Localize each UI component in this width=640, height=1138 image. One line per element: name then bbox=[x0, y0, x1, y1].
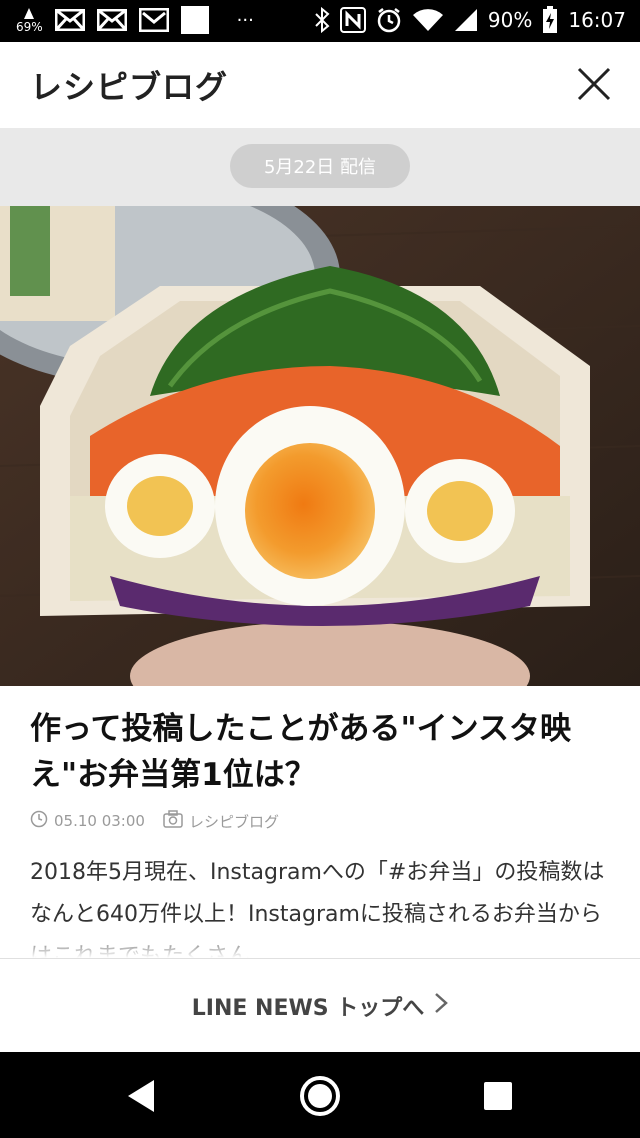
app-header: レシピブログ bbox=[0, 42, 640, 128]
date-band: 5月22日 配信 bbox=[0, 128, 640, 206]
article-meta: 05.10 03:00 レシピブログ bbox=[30, 810, 279, 832]
date-pill: 5月22日 配信 bbox=[230, 144, 410, 188]
sandwich-photo-illustration bbox=[0, 206, 640, 686]
status-left-icons: 69% ··· bbox=[16, 6, 254, 34]
article-source: レシピブログ bbox=[163, 810, 279, 832]
clock-icon bbox=[30, 810, 48, 832]
white-box-icon bbox=[180, 6, 209, 34]
mail-icon bbox=[96, 6, 127, 34]
status-right-icons: 90% 16:07 bbox=[314, 6, 626, 34]
alarm-icon bbox=[376, 6, 402, 34]
notification-badge-text: 69% bbox=[16, 20, 43, 34]
bluetooth-icon bbox=[314, 6, 330, 34]
close-icon[interactable] bbox=[576, 66, 612, 102]
mail-icon bbox=[54, 6, 85, 34]
status-bar: 69% ··· 90% 16:07 bbox=[0, 0, 640, 42]
nfc-icon bbox=[339, 6, 366, 34]
chevron-right-icon bbox=[434, 992, 449, 1020]
more-notifications-ellipsis: ··· bbox=[236, 9, 254, 31]
article-source-text: レシピブログ bbox=[188, 812, 279, 831]
back-icon[interactable] bbox=[120, 1074, 164, 1118]
system-navigation-bar bbox=[0, 1052, 640, 1138]
wifi-icon bbox=[412, 6, 444, 34]
recents-icon[interactable] bbox=[476, 1074, 520, 1118]
battery-charging-icon bbox=[542, 6, 558, 34]
notification-icon: 69% bbox=[16, 7, 43, 33]
article-headline[interactable]: 作って投稿したことがある"インスタ映え"お弁当第1位は？ bbox=[30, 706, 620, 798]
battery-percent: 90% bbox=[487, 8, 533, 32]
gmail-icon bbox=[138, 6, 169, 34]
camera-icon bbox=[163, 810, 183, 832]
article-hero-image[interactable] bbox=[0, 206, 640, 686]
footer: LINE NEWS トップへ bbox=[0, 958, 640, 1053]
home-icon[interactable] bbox=[298, 1074, 342, 1118]
line-news-top-link[interactable]: LINE NEWS トップへ bbox=[192, 990, 449, 1022]
published-time: 05.10 03:00 bbox=[30, 810, 145, 832]
line-news-top-label: LINE NEWS トップへ bbox=[191, 996, 425, 1021]
clock: 16:07 bbox=[568, 8, 626, 32]
body-fade-overlay bbox=[0, 930, 640, 958]
signal-icon bbox=[454, 6, 478, 34]
page-title: レシピブログ bbox=[30, 68, 229, 106]
published-time-text: 05.10 03:00 bbox=[54, 812, 145, 830]
